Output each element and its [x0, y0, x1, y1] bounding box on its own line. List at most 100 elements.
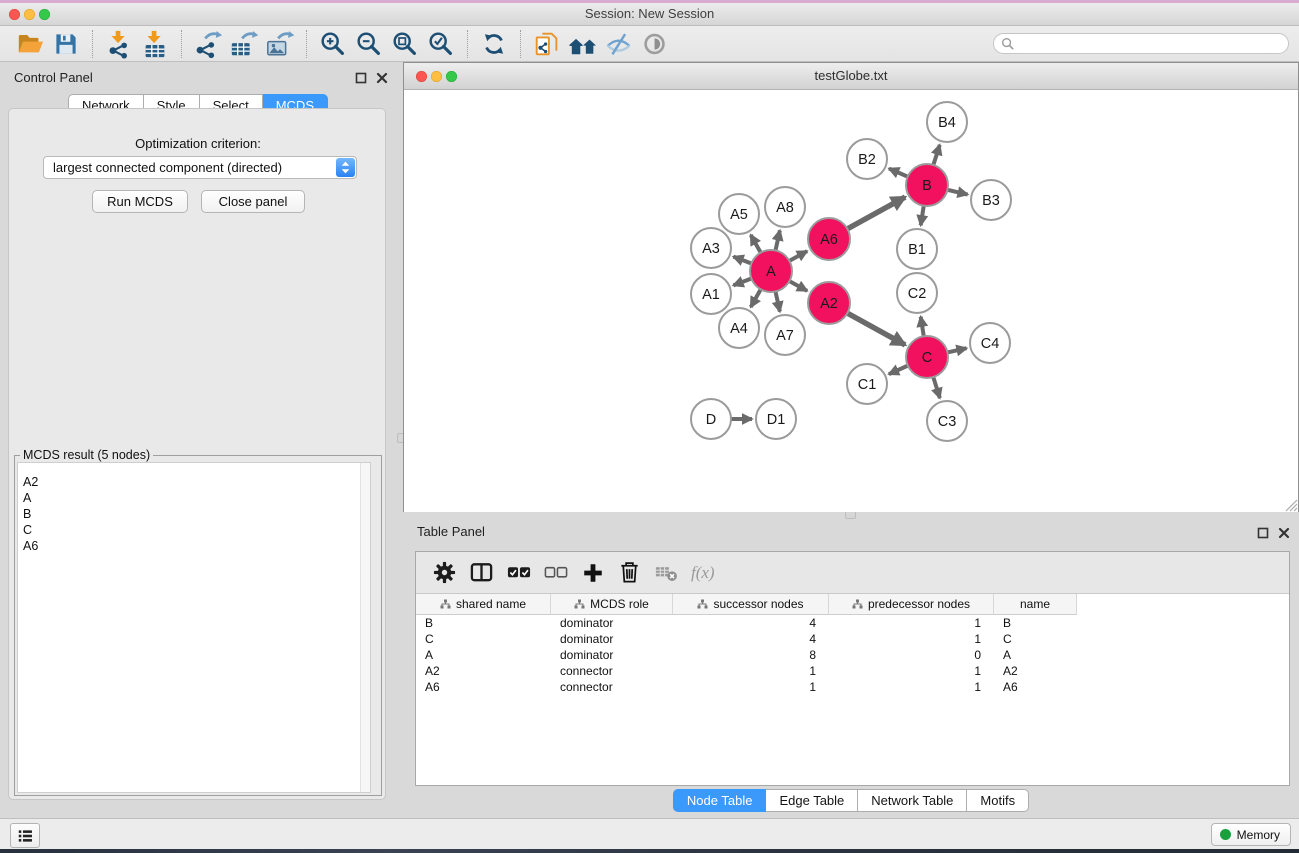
- network-close-button[interactable]: [416, 71, 427, 82]
- network-minimize-button[interactable]: [431, 71, 442, 82]
- graph-node-B1[interactable]: B1: [897, 229, 937, 269]
- tab-node-table[interactable]: Node Table: [673, 789, 767, 812]
- delete-table-button[interactable]: [648, 558, 685, 588]
- show-columns-button[interactable]: [463, 558, 500, 588]
- zoom-out-button[interactable]: [351, 28, 387, 60]
- table-cell[interactable]: 1: [829, 679, 994, 695]
- table-cell[interactable]: A: [416, 647, 551, 663]
- apply-layout-button[interactable]: [476, 28, 512, 60]
- column-header-MCDS-role[interactable]: MCDS role: [551, 594, 673, 615]
- optimization-criterion-dropdown[interactable]: largest connected component (directed): [43, 156, 357, 179]
- graph-node-A6[interactable]: A6: [808, 218, 850, 260]
- table-cell[interactable]: A2: [416, 663, 551, 679]
- tab-network-table[interactable]: Network Table: [858, 789, 967, 812]
- table-row[interactable]: A6connector11A6: [416, 679, 1289, 695]
- table-cell[interactable]: C: [416, 631, 551, 647]
- graph-node-B[interactable]: B: [906, 164, 948, 206]
- zoom-window-button[interactable]: [39, 9, 50, 20]
- graph-node-B3[interactable]: B3: [971, 180, 1011, 220]
- table-cell[interactable]: A6: [416, 679, 551, 695]
- table-row[interactable]: Adominator80A: [416, 647, 1289, 663]
- graph-node-A[interactable]: A: [750, 250, 792, 292]
- graph-node-C1[interactable]: C1: [847, 364, 887, 404]
- table-panel-float-button[interactable]: [1257, 527, 1269, 539]
- tab-motifs[interactable]: Motifs: [967, 789, 1029, 812]
- column-header-successor-nodes[interactable]: successor nodes: [673, 594, 829, 615]
- save-session-button[interactable]: [48, 28, 84, 60]
- graph-node-C3[interactable]: C3: [927, 401, 967, 441]
- graph-node-A2[interactable]: A2: [808, 282, 850, 324]
- first-neighbors-button[interactable]: [565, 28, 601, 60]
- graph-node-B4[interactable]: B4: [927, 102, 967, 142]
- search-field[interactable]: [993, 33, 1289, 54]
- table-cell[interactable]: B: [994, 615, 1077, 631]
- table-cell[interactable]: connector: [551, 663, 673, 679]
- table-cell[interactable]: 4: [673, 631, 829, 647]
- graph-node-D[interactable]: D: [691, 399, 731, 439]
- hide-selected-button[interactable]: [601, 28, 637, 60]
- new-network-from-selection-button[interactable]: [529, 28, 565, 60]
- import-network-button[interactable]: [101, 28, 137, 60]
- table-cell[interactable]: C: [994, 631, 1077, 647]
- mcds-result-item[interactable]: A2: [18, 474, 370, 490]
- table-cell[interactable]: 1: [673, 663, 829, 679]
- export-network-button[interactable]: [190, 28, 226, 60]
- fit-content-button[interactable]: [387, 28, 423, 60]
- graph-node-C4[interactable]: C4: [970, 323, 1010, 363]
- table-cell[interactable]: dominator: [551, 631, 673, 647]
- column-header-shared-name[interactable]: shared name: [416, 594, 551, 615]
- table-cell[interactable]: dominator: [551, 647, 673, 663]
- graph-node-B2[interactable]: B2: [847, 139, 887, 179]
- create-column-button[interactable]: [574, 558, 611, 588]
- tab-edge-table[interactable]: Edge Table: [766, 789, 858, 812]
- graph-node-A4[interactable]: A4: [719, 308, 759, 348]
- table-cell[interactable]: 0: [829, 647, 994, 663]
- control-panel-close-button[interactable]: [376, 72, 388, 84]
- graph-node-A1[interactable]: A1: [691, 274, 731, 314]
- table-row[interactable]: A2connector11A2: [416, 663, 1289, 679]
- export-image-button[interactable]: [262, 28, 298, 60]
- table-row[interactable]: Cdominator41C: [416, 631, 1289, 647]
- table-cell[interactable]: dominator: [551, 615, 673, 631]
- table-cell[interactable]: B: [416, 615, 551, 631]
- close-window-button[interactable]: [9, 9, 20, 20]
- delete-column-button[interactable]: [611, 558, 648, 588]
- table-cell[interactable]: 4: [673, 615, 829, 631]
- graph-node-D1[interactable]: D1: [756, 399, 796, 439]
- table-row[interactable]: Bdominator41B: [416, 615, 1289, 631]
- unselect-all-columns-button[interactable]: [537, 558, 574, 588]
- network-zoom-button[interactable]: [446, 71, 457, 82]
- graph-node-A5[interactable]: A5: [719, 194, 759, 234]
- function-builder-button[interactable]: f(x): [691, 563, 715, 583]
- graph-node-A3[interactable]: A3: [691, 228, 731, 268]
- mcds-result-list[interactable]: A2ABCA6: [17, 462, 371, 793]
- show-panels-button[interactable]: [10, 823, 40, 848]
- table-cell[interactable]: 1: [829, 663, 994, 679]
- memory-button[interactable]: Memory: [1211, 823, 1291, 846]
- table-cell[interactable]: A6: [994, 679, 1077, 695]
- graph-node-C[interactable]: C: [906, 336, 948, 378]
- table-cell[interactable]: 1: [829, 631, 994, 647]
- resize-grip-icon[interactable]: [1284, 498, 1298, 512]
- import-table-button[interactable]: [137, 28, 173, 60]
- dropdown-stepper[interactable]: [336, 158, 355, 177]
- show-all-button[interactable]: [637, 28, 673, 60]
- search-input[interactable]: [1018, 36, 1288, 52]
- mcds-result-item[interactable]: B: [18, 506, 370, 522]
- graph-node-A8[interactable]: A8: [765, 187, 805, 227]
- graph-node-C2[interactable]: C2: [897, 273, 937, 313]
- run-mcds-button[interactable]: Run MCDS: [92, 190, 188, 213]
- zoom-in-button[interactable]: [315, 28, 351, 60]
- table-panel-close-button[interactable]: [1278, 527, 1290, 539]
- column-header-name[interactable]: name: [994, 594, 1077, 615]
- mcds-result-item[interactable]: C: [18, 522, 370, 538]
- select-all-columns-button[interactable]: [500, 558, 537, 588]
- graph-node-A7[interactable]: A7: [765, 315, 805, 355]
- table-cell[interactable]: 8: [673, 647, 829, 663]
- open-session-button[interactable]: [12, 28, 48, 60]
- control-panel-float-button[interactable]: [355, 72, 367, 84]
- mcds-result-item[interactable]: A: [18, 490, 370, 506]
- export-table-button[interactable]: [226, 28, 262, 60]
- close-panel-button[interactable]: Close panel: [201, 190, 305, 213]
- table-options-button[interactable]: [426, 558, 463, 588]
